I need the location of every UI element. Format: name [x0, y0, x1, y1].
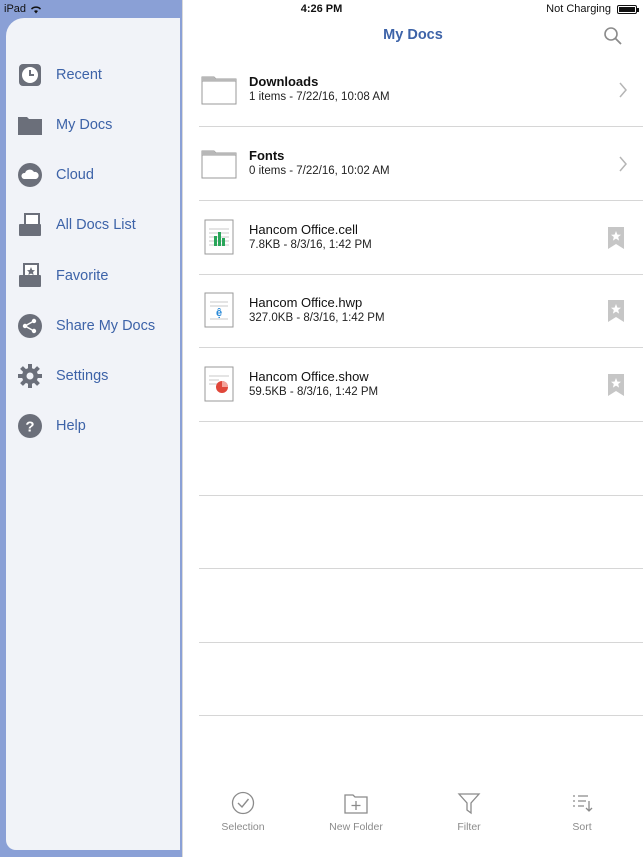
list-item-hwp-file[interactable]: ệ Hancom Office.hwp 327.0KB - 8/3/16, 1:… [199, 274, 643, 348]
bookmark-icon[interactable] [606, 373, 626, 397]
clock-icon [16, 61, 44, 89]
sidebar-item-all-docs-list[interactable]: All Docs List [16, 209, 180, 241]
presentation-file-icon [204, 366, 234, 402]
file-name: Hancom Office.show [249, 369, 369, 384]
sidebar-item-help[interactable]: ? Help [16, 410, 180, 442]
sidebar-item-label: Help [56, 418, 86, 434]
bookmark-icon[interactable] [606, 299, 626, 323]
main-panel: My Docs Downloads 1 items - 7/22/16, 10:… [182, 0, 643, 857]
status-bar: iPad 4:26 PM Not Charging [0, 0, 643, 18]
sidebar-item-label: Recent [56, 67, 102, 83]
empty-row [199, 422, 643, 496]
empty-row [199, 569, 643, 643]
sort-button[interactable]: Sort [537, 789, 627, 833]
word-file-icon: ệ [204, 292, 234, 328]
sidebar-item-cloud[interactable]: Cloud [16, 159, 180, 191]
sidebar-item-label: Share My Docs [56, 318, 156, 334]
folder-icon [201, 150, 237, 179]
sidebar-item-share-my-docs[interactable]: Share My Docs [16, 310, 180, 342]
new-folder-button[interactable]: New Folder [311, 789, 401, 833]
search-icon[interactable] [603, 26, 623, 46]
battery-status: Not Charging [546, 3, 611, 15]
new-folder-label: New Folder [329, 821, 383, 833]
file-name: Fonts [249, 148, 285, 163]
svg-text:?: ? [25, 419, 34, 436]
file-name: Hancom Office.cell [249, 222, 358, 237]
sidebar-item-label: Favorite [56, 268, 109, 284]
empty-row [199, 642, 643, 716]
help-icon: ? [16, 412, 44, 440]
checkmark-circle-icon [231, 791, 255, 815]
file-meta: 0 items - 7/22/16, 10:02 AM [249, 165, 390, 177]
filter-label: Filter [457, 821, 481, 833]
file-name: Hancom Office.hwp [249, 295, 363, 310]
list-item-fonts[interactable]: Fonts 0 items - 7/22/16, 10:02 AM [199, 127, 643, 201]
new-folder-icon [344, 794, 368, 814]
page-title: My Docs [383, 27, 443, 43]
list-item-downloads[interactable]: Downloads 1 items - 7/22/16, 10:08 AM [199, 53, 643, 127]
chevron-right-icon [619, 156, 627, 172]
file-meta: 1 items - 7/22/16, 10:08 AM [249, 91, 390, 103]
bookmark-icon[interactable] [606, 226, 626, 250]
gear-icon [16, 362, 44, 390]
sidebar-item-recent[interactable]: Recent [16, 59, 180, 91]
svg-text:ệ: ệ [216, 307, 222, 319]
sidebar-item-my-docs[interactable]: My Docs [16, 109, 180, 141]
share-icon [16, 312, 44, 340]
sidebar-item-label: Cloud [56, 167, 94, 183]
empty-row [199, 495, 643, 569]
sidebar: Recent My Docs Cloud All Docs List Favor… [6, 18, 180, 850]
folder-icon [201, 76, 237, 105]
selection-button[interactable]: Selection [198, 789, 288, 833]
cloud-icon [16, 161, 44, 189]
file-name: Downloads [249, 74, 319, 89]
battery-icon [617, 4, 639, 14]
file-meta: 327.0KB - 8/3/16, 1:42 PM [249, 312, 385, 324]
filter-button[interactable]: Filter [424, 789, 514, 833]
sort-label: Sort [572, 821, 592, 833]
filter-icon [457, 793, 481, 815]
list-item-show-file[interactable]: Hancom Office.show 59.5KB - 8/3/16, 1:42… [199, 348, 643, 422]
sidebar-item-label: Settings [56, 368, 109, 384]
list-item-cell-file[interactable]: Hancom Office.cell 7.8KB - 8/3/16, 1:42 … [199, 201, 643, 275]
favorite-icon [16, 262, 44, 290]
file-meta: 7.8KB - 8/3/16, 1:42 PM [249, 239, 372, 251]
folder-icon [16, 111, 44, 139]
sidebar-item-label: My Docs [56, 117, 113, 133]
chevron-right-icon [619, 82, 627, 98]
sort-icon [573, 795, 593, 812]
spreadsheet-file-icon [204, 219, 234, 255]
sidebar-item-settings[interactable]: Settings [16, 360, 180, 392]
sidebar-item-favorite[interactable]: Favorite [16, 260, 180, 292]
docs-list-icon [16, 211, 44, 239]
selection-label: Selection [221, 821, 265, 833]
sidebar-item-label: All Docs List [56, 217, 136, 233]
file-meta: 59.5KB - 8/3/16, 1:42 PM [249, 386, 379, 398]
bottom-toolbar: Selection New Folder Filter Sort [183, 787, 643, 857]
